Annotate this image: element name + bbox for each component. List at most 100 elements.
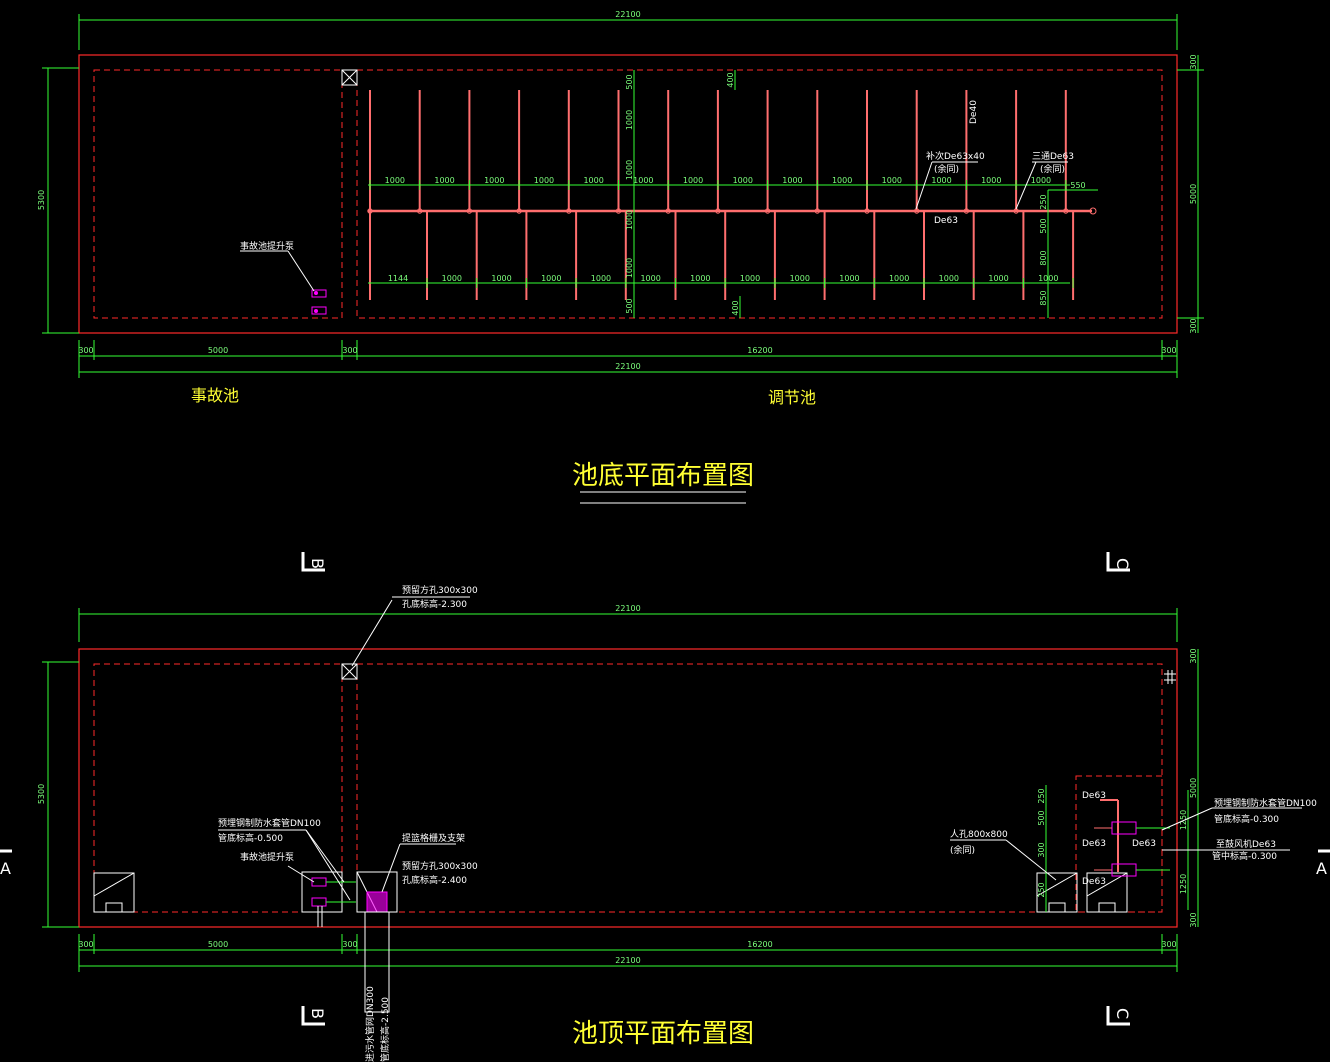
top-seg-5: 300 xyxy=(1161,346,1176,355)
top-right-dim-2: 5000 xyxy=(1189,184,1198,204)
lower-spacing-label: 1000 xyxy=(690,274,710,283)
top-plan-title: 池底平面布置图 xyxy=(572,461,754,491)
upper-spacing-label: 1000 xyxy=(385,176,405,185)
section-c-bottom: C xyxy=(1113,1008,1132,1019)
lower-spacing-label: 1000 xyxy=(640,274,660,283)
section-c-top: C xyxy=(1113,558,1132,569)
bottom-height-dim: 5300 xyxy=(37,784,46,804)
lower-spacing-label: 1000 xyxy=(491,274,511,283)
right-sleeve-elev: 管底标高-0.300 xyxy=(1214,813,1279,825)
upper-spacing-label: 1000 xyxy=(882,176,902,185)
right-sleeve-label: 预埋钢制防水套管DN100 xyxy=(1214,797,1317,809)
vdim-5: 1000 xyxy=(625,258,634,278)
bottom-right-dim-2: 5000 xyxy=(1189,778,1198,798)
vdim-4: 1000 xyxy=(625,210,634,230)
upper-spacing-label: 1000 xyxy=(1031,176,1051,185)
section-a-left: A xyxy=(0,859,11,878)
top-seg-4: 16200 xyxy=(747,346,772,355)
upper-spacing-label: 1000 xyxy=(534,176,554,185)
accident-pool-label: 事故池 xyxy=(191,386,239,405)
bottom-seg-3: 300 xyxy=(342,940,357,949)
section-a-right: A xyxy=(1316,859,1327,878)
pipe-label-4: De63 xyxy=(1082,877,1106,887)
lower-spacing-label: 1000 xyxy=(740,274,760,283)
top-seg-1: 300 xyxy=(78,346,93,355)
tee-note: (余同) xyxy=(1040,163,1065,175)
vdim-2: 1000 xyxy=(625,110,634,130)
vdim-6: 500 xyxy=(625,298,634,313)
end-dim-550: 550 xyxy=(1070,181,1085,190)
bottom-seg-5: 300 xyxy=(1161,940,1176,949)
lower-first-spacing: 1144 xyxy=(388,274,408,283)
top-overall-dim-bottom: 22100 xyxy=(615,362,640,371)
inlet-label: 进污水管网DN300 xyxy=(364,986,376,1062)
end-dim-800: 800 xyxy=(1039,250,1048,265)
cad-drawing: 22100 5300 300 5000 300 300 5000 300 162… xyxy=(0,0,1330,1062)
bottom-overall-dim-top: 22100 xyxy=(615,604,640,613)
bottom-pump-label: 事故池提升泵 xyxy=(240,851,294,863)
lower-spacing-label: 1000 xyxy=(939,274,959,283)
upper-spacing-label: 1000 xyxy=(981,176,1001,185)
upper-spacing-label: 1000 xyxy=(931,176,951,185)
bottom-seg-1: 300 xyxy=(78,940,93,949)
pipe-label-1: De63 xyxy=(1082,791,1106,801)
bottom-plan-title: 池顶平面布置图 xyxy=(572,1019,754,1049)
bottom-seg-2: 5000 xyxy=(208,940,228,949)
bottom-seg-4: 16200 xyxy=(747,940,772,949)
top-seg-3: 300 xyxy=(342,346,357,355)
upper-spacing-label: 1000 xyxy=(782,176,802,185)
small-dim-4: 250 xyxy=(1037,882,1046,897)
regulating-pool-label: 调节池 xyxy=(768,388,816,407)
pipe-label-2: De63 xyxy=(1082,839,1106,849)
upper-spacing-label: 1000 xyxy=(683,176,703,185)
lower-spacing-label: 1000 xyxy=(442,274,462,283)
mid-dim-bottom: 400 xyxy=(731,300,740,315)
hole-label-2: 预留方孔300x300 xyxy=(402,860,478,872)
sleeve-label: 预埋钢制防水套管DN100 xyxy=(218,817,321,829)
section-b-top: B xyxy=(308,558,327,569)
lower-spacing-label: 1000 xyxy=(541,274,561,283)
upper-spacing-label: 1000 xyxy=(434,176,454,185)
bottom-right-dim-3: 300 xyxy=(1189,912,1198,927)
bottom-overall-dim-bottom: 22100 xyxy=(615,956,640,965)
vdim-3: 1000 xyxy=(625,160,634,180)
inlet-elev: 管底标高-2.500 xyxy=(379,997,391,1062)
tee-label: 三通De63 xyxy=(1032,151,1074,162)
grid-label: 提篮格栅及支架 xyxy=(402,832,465,844)
top-pump-label: 事故池提升泵 xyxy=(240,240,294,252)
aeration-elev: 管中标高-0.300 xyxy=(1212,850,1277,862)
upper-spacing-label: 1000 xyxy=(484,176,504,185)
small-dim-2: 500 xyxy=(1037,810,1046,825)
top-height-dim: 5300 xyxy=(37,190,46,210)
main-pipe-label: De63 xyxy=(934,216,958,226)
bottom-right-dim-1: 300 xyxy=(1189,648,1198,663)
mid-dim-top: 400 xyxy=(726,72,735,87)
upper-spacing-label: 1000 xyxy=(733,176,753,185)
lower-spacing-label: 1000 xyxy=(988,274,1008,283)
sleeve-elev: 管底标高-0.500 xyxy=(218,832,283,844)
upper-spacing-label: 1000 xyxy=(583,176,603,185)
pipe-label-3: De63 xyxy=(1132,839,1156,849)
hole-elev-1: 孔底标高-2.300 xyxy=(402,598,467,610)
hole-elev-2: 孔底标高-2.400 xyxy=(402,874,467,886)
top-right-dim-1: 300 xyxy=(1189,54,1198,69)
top-seg-2: 5000 xyxy=(208,346,228,355)
small-dim-3: 300 xyxy=(1037,842,1046,857)
hole-label-1: 预留方孔300x300 xyxy=(402,584,478,596)
manhole-label: 人孔800x800 xyxy=(950,829,1008,840)
branch-pipe-label: De40 xyxy=(969,100,979,124)
lower-spacing-label: 1000 xyxy=(889,274,909,283)
lower-spacing-label: 1000 xyxy=(790,274,810,283)
lower-spacing-label: 1000 xyxy=(591,274,611,283)
lower-spacing-label: 1000 xyxy=(839,274,859,283)
small-dim-1: 250 xyxy=(1037,788,1046,803)
section-b-bottom: B xyxy=(308,1008,327,1019)
reducer-note: (余同) xyxy=(934,163,959,175)
end-dim-500: 500 xyxy=(1039,218,1048,233)
bottom-outer-dim-2: 1250 xyxy=(1179,874,1188,894)
manhole-note: (余同) xyxy=(950,844,975,856)
reducer-label: 补次De63x40 xyxy=(926,150,985,162)
end-dim-850: 850 xyxy=(1039,290,1048,305)
upper-spacing-label: 1000 xyxy=(832,176,852,185)
top-overall-dim-top: 22100 xyxy=(615,10,640,19)
